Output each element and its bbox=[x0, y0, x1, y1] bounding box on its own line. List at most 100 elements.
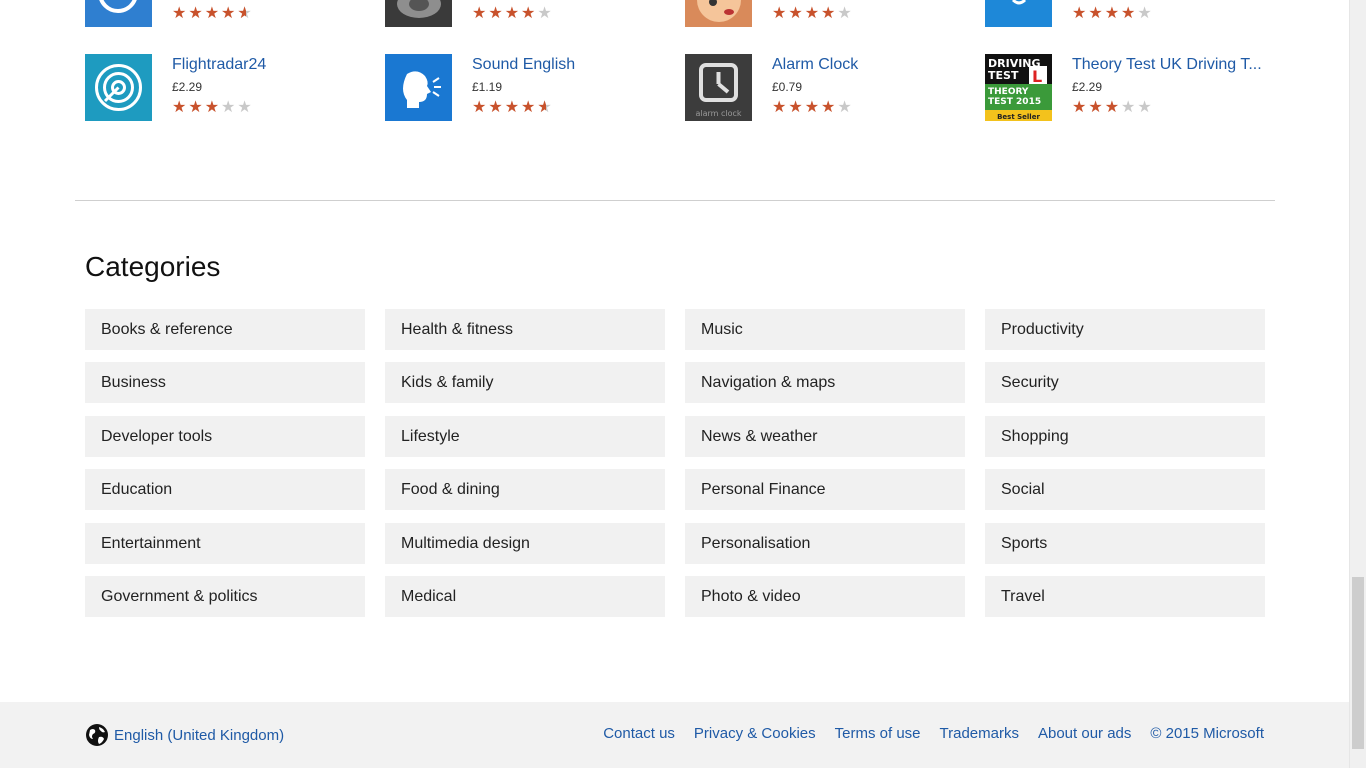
category-food-dining[interactable]: Food & dining bbox=[385, 469, 665, 510]
phone-icon bbox=[1011, 0, 1027, 5]
star-full-icon: ★ bbox=[521, 99, 538, 116]
category-photo-video[interactable]: Photo & video bbox=[685, 576, 965, 617]
category-social[interactable]: Social bbox=[985, 469, 1265, 510]
app-price: £2.29 bbox=[172, 80, 203, 94]
star-full-icon: ★ bbox=[521, 5, 538, 22]
rating-stars: ★★★★★ bbox=[772, 3, 854, 23]
terms-of-use-link[interactable]: Terms of use bbox=[835, 725, 921, 742]
star-full-icon: ★ bbox=[188, 5, 205, 22]
cartoon-face-icon bbox=[685, 0, 752, 27]
star-full-icon: ★ bbox=[772, 5, 789, 22]
star-full-icon: ★ bbox=[821, 99, 838, 116]
category-entertainment[interactable]: Entertainment bbox=[85, 523, 365, 564]
footer: English (United Kingdom) Contact us Priv… bbox=[0, 702, 1349, 768]
category-navigation-maps[interactable]: Navigation & maps bbox=[685, 362, 965, 403]
app-tile[interactable]: ★★★★★ bbox=[685, 0, 985, 27]
app-name[interactable]: Sound English bbox=[472, 56, 668, 74]
rating-stars: ★★★★★ bbox=[772, 97, 854, 117]
star-empty-icon: ★ bbox=[221, 99, 238, 116]
star-empty-icon: ★ bbox=[837, 99, 854, 116]
scrollbar-thumb[interactable] bbox=[1352, 577, 1364, 749]
category-security[interactable]: Security bbox=[985, 362, 1265, 403]
category-lifestyle[interactable]: Lifestyle bbox=[385, 416, 665, 457]
app-tile-theory-test[interactable]: DRIVING TEST L THEORY TEST 2015 Best Sel… bbox=[985, 54, 1285, 121]
app-price: £1.19 bbox=[472, 80, 503, 94]
star-full-icon: ★ bbox=[1088, 99, 1105, 116]
star-full-icon: ★ bbox=[788, 99, 805, 116]
app-name[interactable]: Alarm Clock bbox=[772, 56, 968, 74]
category-multimedia-design[interactable]: Multimedia design bbox=[385, 523, 665, 564]
star-full-icon: ★ bbox=[1104, 99, 1122, 116]
app-tile-alarm-clock[interactable]: alarm clock Alarm Clock £0.79 ★★★★★ bbox=[685, 54, 985, 121]
app-icon[interactable] bbox=[385, 0, 452, 27]
clock-icon[interactable]: alarm clock bbox=[685, 54, 752, 121]
app-tile[interactable]: ★★★★★ bbox=[985, 0, 1285, 27]
category-sports[interactable]: Sports bbox=[985, 523, 1265, 564]
webcam-icon bbox=[397, 0, 441, 18]
category-health-fitness[interactable]: Health & fitness bbox=[385, 309, 665, 350]
locale-selector[interactable]: English (United Kingdom) bbox=[85, 723, 284, 747]
category-music[interactable]: Music bbox=[685, 309, 965, 350]
app-tile-sound-english[interactable]: Sound English £1.19 ★★★★★ bbox=[385, 54, 685, 121]
category-news-weather[interactable]: News & weather bbox=[685, 416, 965, 457]
star-full-icon: ★ bbox=[204, 99, 222, 116]
section-divider bbox=[75, 200, 1275, 201]
star-full-icon: ★ bbox=[1104, 5, 1122, 22]
privacy-cookies-link[interactable]: Privacy & Cookies bbox=[694, 725, 816, 742]
copyright: © 2015 Microsoft bbox=[1150, 725, 1264, 742]
star-full-icon: ★ bbox=[1088, 5, 1105, 22]
app-logo-icon bbox=[99, 0, 137, 13]
category-shopping[interactable]: Shopping bbox=[985, 416, 1265, 457]
category-travel[interactable]: Travel bbox=[985, 576, 1265, 617]
categories-heading: Categories bbox=[85, 251, 221, 282]
app-price: £0.79 bbox=[772, 80, 803, 94]
app-name[interactable]: Theory Test UK Driving T... bbox=[1072, 56, 1268, 74]
category-developer-tools[interactable]: Developer tools bbox=[85, 416, 365, 457]
footer-links: Contact us Privacy & Cookies Terms of us… bbox=[603, 725, 1264, 742]
vertical-scrollbar[interactable] bbox=[1349, 0, 1366, 768]
app-tile[interactable]: ★★★★★ bbox=[385, 0, 685, 27]
speaking-head-icon[interactable] bbox=[385, 54, 452, 121]
star-empty-icon: ★ bbox=[1137, 99, 1154, 116]
app-row: Flightradar24 £2.29 ★★★★★ Sound English … bbox=[85, 54, 1285, 121]
star-empty-icon: ★ bbox=[237, 99, 254, 116]
category-kids-family[interactable]: Kids & family bbox=[385, 362, 665, 403]
star-full-icon: ★ bbox=[504, 99, 522, 116]
star-full-icon: ★ bbox=[472, 5, 489, 22]
rating-stars: ★★★★★ bbox=[172, 3, 254, 23]
radar-icon[interactable] bbox=[85, 54, 152, 121]
trademarks-link[interactable]: Trademarks bbox=[940, 725, 1019, 742]
category-personal-finance[interactable]: Personal Finance bbox=[685, 469, 965, 510]
locale-label[interactable]: English (United Kingdom) bbox=[114, 727, 284, 744]
star-empty-icon: ★ bbox=[837, 5, 854, 22]
category-books-reference[interactable]: Books & reference bbox=[85, 309, 365, 350]
star-full-icon: ★ bbox=[472, 99, 489, 116]
star-full-icon: ★ bbox=[1072, 5, 1089, 22]
about-our-ads-link[interactable]: About our ads bbox=[1038, 725, 1131, 742]
star-full-icon: ★ bbox=[804, 99, 822, 116]
category-business[interactable]: Business bbox=[85, 362, 365, 403]
rating-stars: ★★★★★ bbox=[172, 97, 254, 117]
rating-stars: ★★★★★ bbox=[1072, 97, 1154, 117]
contact-us-link[interactable]: Contact us bbox=[603, 725, 675, 742]
star-full-icon: ★ bbox=[188, 99, 205, 116]
app-name[interactable]: Flightradar24 bbox=[172, 56, 368, 74]
app-tile-flightradar24[interactable]: Flightradar24 £2.29 ★★★★★ bbox=[85, 54, 385, 121]
app-icon[interactable] bbox=[985, 0, 1052, 27]
rating-stars: ★★★★★ bbox=[1072, 3, 1154, 23]
star-full-icon: ★ bbox=[1121, 5, 1138, 22]
category-medical[interactable]: Medical bbox=[385, 576, 665, 617]
category-personalisation[interactable]: Personalisation bbox=[685, 523, 965, 564]
star-half-icon: ★ bbox=[237, 3, 253, 23]
alarm-icon-caption: alarm clock bbox=[695, 109, 741, 118]
app-tile[interactable]: ★★★★★ bbox=[85, 0, 385, 27]
driving-test-icon[interactable]: DRIVING TEST L THEORY TEST 2015 Best Sel… bbox=[985, 54, 1052, 121]
category-government-politics[interactable]: Government & politics bbox=[85, 576, 365, 617]
category-education[interactable]: Education bbox=[85, 469, 365, 510]
app-icon[interactable] bbox=[85, 0, 152, 27]
app-icon[interactable] bbox=[685, 0, 752, 27]
star-full-icon: ★ bbox=[821, 5, 838, 22]
category-productivity[interactable]: Productivity bbox=[985, 309, 1265, 350]
star-full-icon: ★ bbox=[488, 5, 505, 22]
star-full-icon: ★ bbox=[172, 99, 189, 116]
